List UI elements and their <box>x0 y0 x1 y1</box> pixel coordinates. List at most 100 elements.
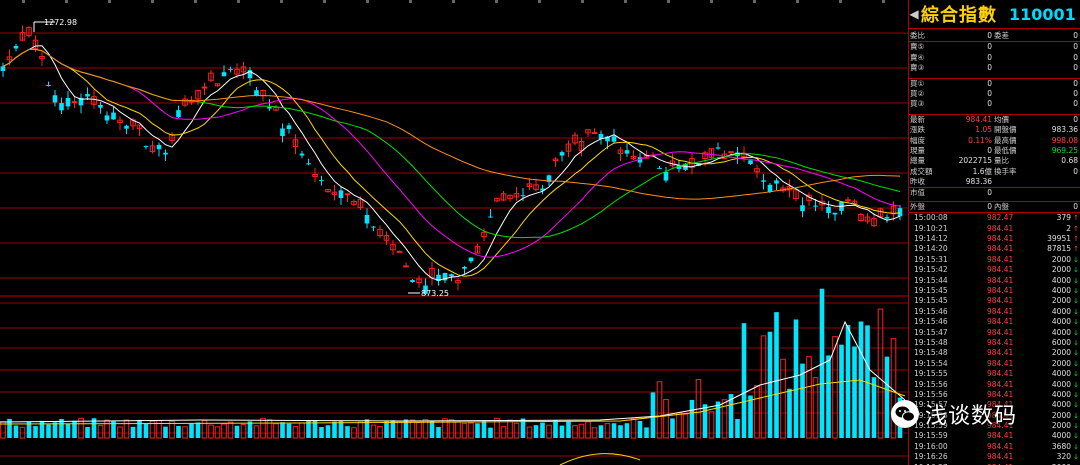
kline-chart-panel[interactable]: 1272.98 873.25 <box>0 0 908 465</box>
stat-value: 984.41 <box>965 114 992 124</box>
ask-row: 賣④ 0 0 <box>909 53 1080 63</box>
stat-label: 總量 <box>910 156 925 166</box>
ask-volume: 0 <box>1073 52 1078 62</box>
toolbar-mark <box>624 0 627 3</box>
ma5-line <box>2 45 901 281</box>
volume-bar <box>182 426 188 439</box>
volume-bar <box>85 427 90 438</box>
tick-volume: 2000 <box>1051 410 1071 420</box>
volume-bar <box>280 422 285 438</box>
volume-bar <box>553 420 558 438</box>
tick-row: 19:15:45 984.41 2000 ↓ <box>909 296 1080 306</box>
candle-body <box>299 153 305 156</box>
volume-bar <box>488 427 493 438</box>
tick-time: 19:15:55 <box>914 369 948 379</box>
candle-body <box>715 147 721 149</box>
volume-bar <box>266 419 273 439</box>
volume-bar <box>578 423 585 439</box>
volume-bar <box>338 421 344 438</box>
tick-price: 984.41 <box>987 306 1014 316</box>
volume-bar <box>774 312 779 438</box>
tick-price: 984.41 <box>987 244 1014 254</box>
stat-label: 開盤價 <box>994 125 1017 135</box>
volume-bar <box>163 426 168 438</box>
tick-row: 19:15:42 984.41 2000 ↓ <box>909 265 1080 275</box>
tick-volume: 39951 <box>1047 234 1071 244</box>
volume-bar <box>624 423 630 438</box>
candlestick-chart[interactable]: 1272.98 873.25 <box>0 0 908 465</box>
toolbar-mark <box>409 0 412 3</box>
stat-value: 998.08 <box>1051 135 1078 145</box>
candle-body <box>396 250 403 253</box>
volume-bar <box>806 356 812 439</box>
volume-bar <box>299 422 305 439</box>
volume-bar <box>494 417 500 439</box>
stat-value: 0 <box>1073 201 1078 211</box>
bid-price: 0 <box>987 78 992 88</box>
tick-volume: 2000 <box>1051 358 1071 368</box>
volume-bar <box>46 424 51 438</box>
ma20-line <box>2 48 901 258</box>
volume-bar <box>253 425 260 439</box>
volume-bar <box>650 392 656 438</box>
toolbar-mark <box>366 0 369 3</box>
volume-bar <box>104 419 110 439</box>
toolbar-mark <box>323 0 326 3</box>
toolbar-mark <box>452 0 455 3</box>
arrow-down-icon: ↓ <box>1073 338 1079 347</box>
index-name: 綜合指數 <box>921 5 997 26</box>
candle-body <box>657 167 662 169</box>
volume-bar <box>370 424 377 439</box>
volume-bar <box>123 419 130 439</box>
tick-row: 19:15:48 984.41 2000 ↓ <box>909 348 1080 358</box>
volume-bar <box>780 358 786 439</box>
arrow-down-icon: ↓ <box>1073 318 1079 327</box>
volume-bar <box>384 421 389 438</box>
stat-value: 0 <box>987 188 992 198</box>
stat-label: 量比 <box>994 156 1009 166</box>
volume-bar <box>507 419 513 439</box>
tick-row: 19:15:45 984.41 4000 ↓ <box>909 286 1080 296</box>
tick-volume: 4000 <box>1051 379 1071 389</box>
volume-bar <box>357 421 364 439</box>
candle-body <box>176 110 181 118</box>
tick-volume: 4000 <box>1051 400 1071 410</box>
candle-body <box>306 163 311 165</box>
stat-label: 市值 <box>910 188 925 198</box>
tick-price: 984.41 <box>987 337 1014 347</box>
toolbar-mark <box>151 0 154 3</box>
stat-value: 2022715 <box>958 156 992 166</box>
volume-bar <box>176 425 181 438</box>
volume-bar <box>475 423 480 438</box>
stat-value: 0 <box>987 145 992 155</box>
ask-volume: 0 <box>1073 63 1078 73</box>
candle-body <box>143 145 149 147</box>
candle-body <box>559 152 565 156</box>
stat-label: 外盤 <box>910 201 925 211</box>
volume-bar <box>572 425 578 439</box>
volume-bar <box>760 335 767 439</box>
prev-arrow-icon[interactable]: ◀ <box>909 7 919 21</box>
bid-label: 買① <box>910 78 925 88</box>
volume-bar <box>812 377 819 439</box>
candle-body <box>13 45 19 49</box>
candle-body <box>468 257 474 262</box>
tick-volume: 4000 <box>1051 275 1071 285</box>
candle-body <box>98 104 103 108</box>
volume-bar <box>566 421 571 438</box>
stat-value: 1.6億 <box>972 166 992 176</box>
toolbar-mark <box>22 0 25 3</box>
tick-time: 19:14:12 <box>914 234 948 244</box>
stat-label: 成交額 <box>910 166 933 176</box>
tick-time: 19:15:54 <box>914 358 948 368</box>
tick-volume: 4000 <box>1051 389 1071 399</box>
volume-bar <box>52 422 58 438</box>
tick-volume: 2000 <box>1051 254 1071 264</box>
bid-volume: 0 <box>1073 99 1078 109</box>
volume-bar <box>143 423 149 438</box>
tick-row: 19:16:26 984.41 320 ↓ <box>909 452 1080 462</box>
volume-bar <box>195 422 201 438</box>
tick-volume: 4000 <box>1051 369 1071 379</box>
tick-row: 19:15:46 984.41 4000 ↓ <box>909 307 1080 317</box>
toolbar-mark <box>280 0 283 3</box>
